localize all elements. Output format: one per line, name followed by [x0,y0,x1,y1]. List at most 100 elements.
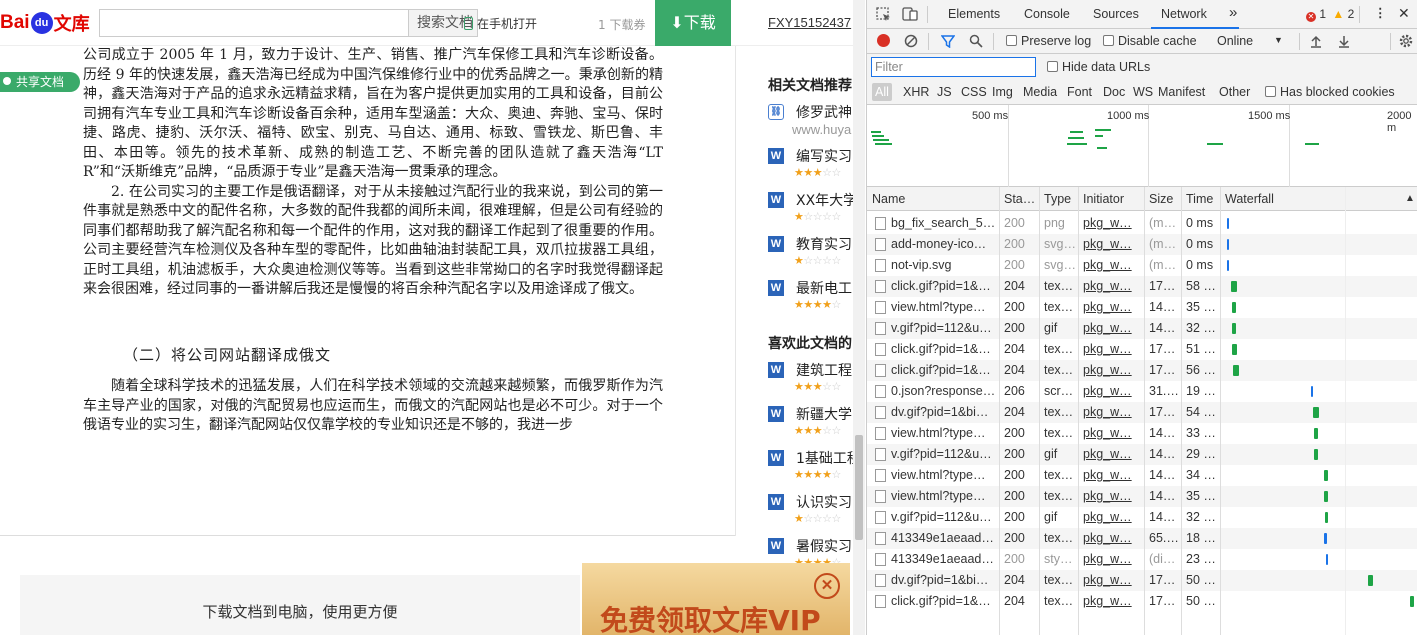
close-icon[interactable]: ✕ [814,573,840,599]
type-filter-media[interactable]: Media [1023,85,1057,99]
request-initiator[interactable]: pkg_w… [1083,258,1141,272]
sort-ascending-icon[interactable]: ▲ [1405,193,1415,204]
column-separator[interactable] [1039,187,1040,635]
request-initiator[interactable]: pkg_w… [1083,279,1141,293]
type-filter-manifest[interactable]: Manifest [1158,85,1205,99]
related-doc-title[interactable]: XX年大学 [796,190,854,210]
type-filter-ws[interactable]: WS [1133,85,1153,99]
related-doc-title[interactable]: 修罗武神 [796,102,852,122]
table-row[interactable]: not-vip.svg 200 svg… pkg_w… (m… 0 ms [867,255,1417,276]
search-icon[interactable] [969,34,983,48]
hide-data-urls-checkbox[interactable]: Hide data URLs [1047,60,1150,74]
disable-cache-checkbox[interactable]: Disable cache [1103,34,1197,48]
column-header-type[interactable]: Type [1044,192,1071,206]
network-overview[interactable]: 500 ms 1000 ms 1500 ms 2000 m [867,105,1417,187]
related-doc-item[interactable]: W 编写实习 ★★★☆☆ [768,146,854,190]
table-row[interactable]: 0.json?response… 206 scr… pkg_w… 31.… 19 … [867,381,1417,402]
table-row[interactable]: view.html?type… 200 tex… pkg_w… 14… 34 … [867,465,1417,486]
column-separator[interactable] [1144,187,1145,635]
request-initiator[interactable]: pkg_w… [1083,468,1141,482]
download-to-pc-banner[interactable]: 下载文档到电脑，使用更方便 [20,575,580,635]
table-row[interactable]: click.gif?pid=1&… 204 tex… pkg_w… 17… 56 … [867,360,1417,381]
tab-console[interactable]: Console [1024,7,1070,21]
request-initiator[interactable]: pkg_w… [1083,573,1141,587]
checkbox-box[interactable] [1006,35,1017,46]
related-doc-item[interactable]: W XX年大学 ★☆☆☆☆ [768,190,854,234]
table-row[interactable]: 413349e1aeaad… 200 sty… pkg_w… (di… 23 … [867,549,1417,570]
type-filter-xhr[interactable]: XHR [903,85,929,99]
issues-badge[interactable]: ✕ 1 ▲ 2 [1306,7,1354,22]
column-separator[interactable] [1181,187,1182,635]
request-initiator[interactable]: pkg_w… [1083,594,1141,608]
column-separator[interactable] [999,187,1000,635]
type-filter-js[interactable]: JS [937,85,952,99]
gear-icon[interactable] [1398,33,1414,49]
filter-icon[interactable] [941,34,955,48]
table-row[interactable]: v.gif?pid=112&u… 200 gif pkg_w… 14… 29 … [867,444,1417,465]
type-filter-css[interactable]: CSS [961,85,987,99]
record-icon[interactable] [877,34,890,47]
inspect-element-icon[interactable] [876,7,891,22]
close-devtools-icon[interactable]: ✕ [1398,5,1410,22]
related-doc-title[interactable]: 新疆大学 [796,404,852,424]
related-doc-title[interactable]: 建筑工程 [796,360,852,380]
checkbox-box[interactable] [1047,61,1058,72]
column-header-size[interactable]: Size [1149,192,1173,206]
table-row[interactable]: v.gif?pid=112&u… 200 gif pkg_w… 14… 32 … [867,507,1417,528]
import-har-icon[interactable] [1309,34,1323,48]
table-row[interactable]: click.gif?pid=1&… 204 tex… pkg_w… 17… 50 … [867,591,1417,612]
checkbox-box[interactable] [1103,35,1114,46]
column-header-name[interactable]: Name [872,192,905,206]
tab-network[interactable]: Network [1161,7,1207,21]
table-row[interactable]: dv.gif?pid=1&bi… 204 tex… pkg_w… 17… 54 … [867,402,1417,423]
table-row[interactable]: add-money-ico… 200 svg… pkg_w… (m… 0 ms [867,234,1417,255]
clear-icon[interactable] [904,34,918,48]
kebab-menu-icon[interactable]: ⋮ [1374,5,1387,20]
vip-promo-banner[interactable]: 免费领取文库VIP ✕ [582,563,850,635]
column-header-status[interactable]: Sta… [1004,192,1035,206]
related-doc-title[interactable]: 1基础工程 [796,448,854,468]
request-initiator[interactable]: pkg_w… [1083,363,1141,377]
filter-input[interactable]: Filter [871,57,1036,77]
baidu-wenku-logo[interactable]: Bai du 文库 [0,8,90,38]
related-doc-title[interactable]: 暑假实习 [796,536,852,556]
request-initiator[interactable]: pkg_w… [1083,342,1141,356]
open-on-phone-button[interactable]: 在手机打开 [464,15,537,32]
related-doc-item[interactable]: W 认识实习 ★☆☆☆☆ [768,492,854,536]
column-separator[interactable] [1078,187,1079,635]
table-row[interactable]: view.html?type… 200 tex… pkg_w… 14… 33 … [867,423,1417,444]
table-row[interactable]: click.gif?pid=1&… 204 tex… pkg_w… 17… 58 … [867,276,1417,297]
table-row[interactable]: view.html?type… 200 tex… pkg_w… 14… 35 … [867,486,1417,507]
preserve-log-checkbox[interactable]: Preserve log [1006,34,1091,48]
request-initiator[interactable]: pkg_w… [1083,405,1141,419]
type-filter-font[interactable]: Font [1067,85,1092,99]
column-separator[interactable] [1220,187,1221,635]
type-filter-other[interactable]: Other [1219,85,1250,99]
related-doc-item[interactable]: W 新疆大学 ★★★☆☆ [768,404,854,448]
related-doc-item[interactable]: ⛓ 修罗武神 www.huya [768,102,854,146]
related-doc-item[interactable]: W 教育实习 ★☆☆☆☆ [768,234,854,278]
type-filter-all[interactable]: All [872,83,892,101]
checkbox-box[interactable] [1265,86,1276,97]
throttling-select[interactable]: Online ▼ [1217,34,1283,48]
request-initiator[interactable]: pkg_w… [1083,447,1141,461]
blocked-cookies-checkbox[interactable]: Has blocked cookies [1265,85,1395,99]
type-filter-doc[interactable]: Doc [1103,85,1125,99]
more-tabs-button[interactable]: » [1229,4,1237,21]
request-initiator[interactable]: pkg_w… [1083,216,1141,230]
table-row[interactable]: view.html?type… 200 tex… pkg_w… 14… 35 … [867,297,1417,318]
user-name-link[interactable]: FXY15152437 [768,15,851,30]
table-row[interactable]: v.gif?pid=112&u… 200 gif pkg_w… 14… 32 … [867,318,1417,339]
related-doc-title[interactable]: 认识实习 [796,492,852,512]
related-doc-item[interactable]: W 暑假实习 ★★★★☆ [768,536,854,566]
request-initiator[interactable]: pkg_w… [1083,510,1141,524]
column-header-time[interactable]: Time [1186,192,1213,206]
related-doc-title[interactable]: 编写实习 [796,146,852,166]
table-row[interactable]: click.gif?pid=1&… 204 tex… pkg_w… 17… 51 … [867,339,1417,360]
column-header-initiator[interactable]: Initiator [1083,192,1124,206]
download-button[interactable]: ⬇下载 [655,0,731,46]
related-doc-item[interactable]: W 建筑工程 ★★★☆☆ [768,360,854,404]
search-input[interactable] [99,9,409,37]
column-header-waterfall[interactable]: Waterfall [1225,192,1274,206]
scrollbar-thumb[interactable] [855,435,863,540]
